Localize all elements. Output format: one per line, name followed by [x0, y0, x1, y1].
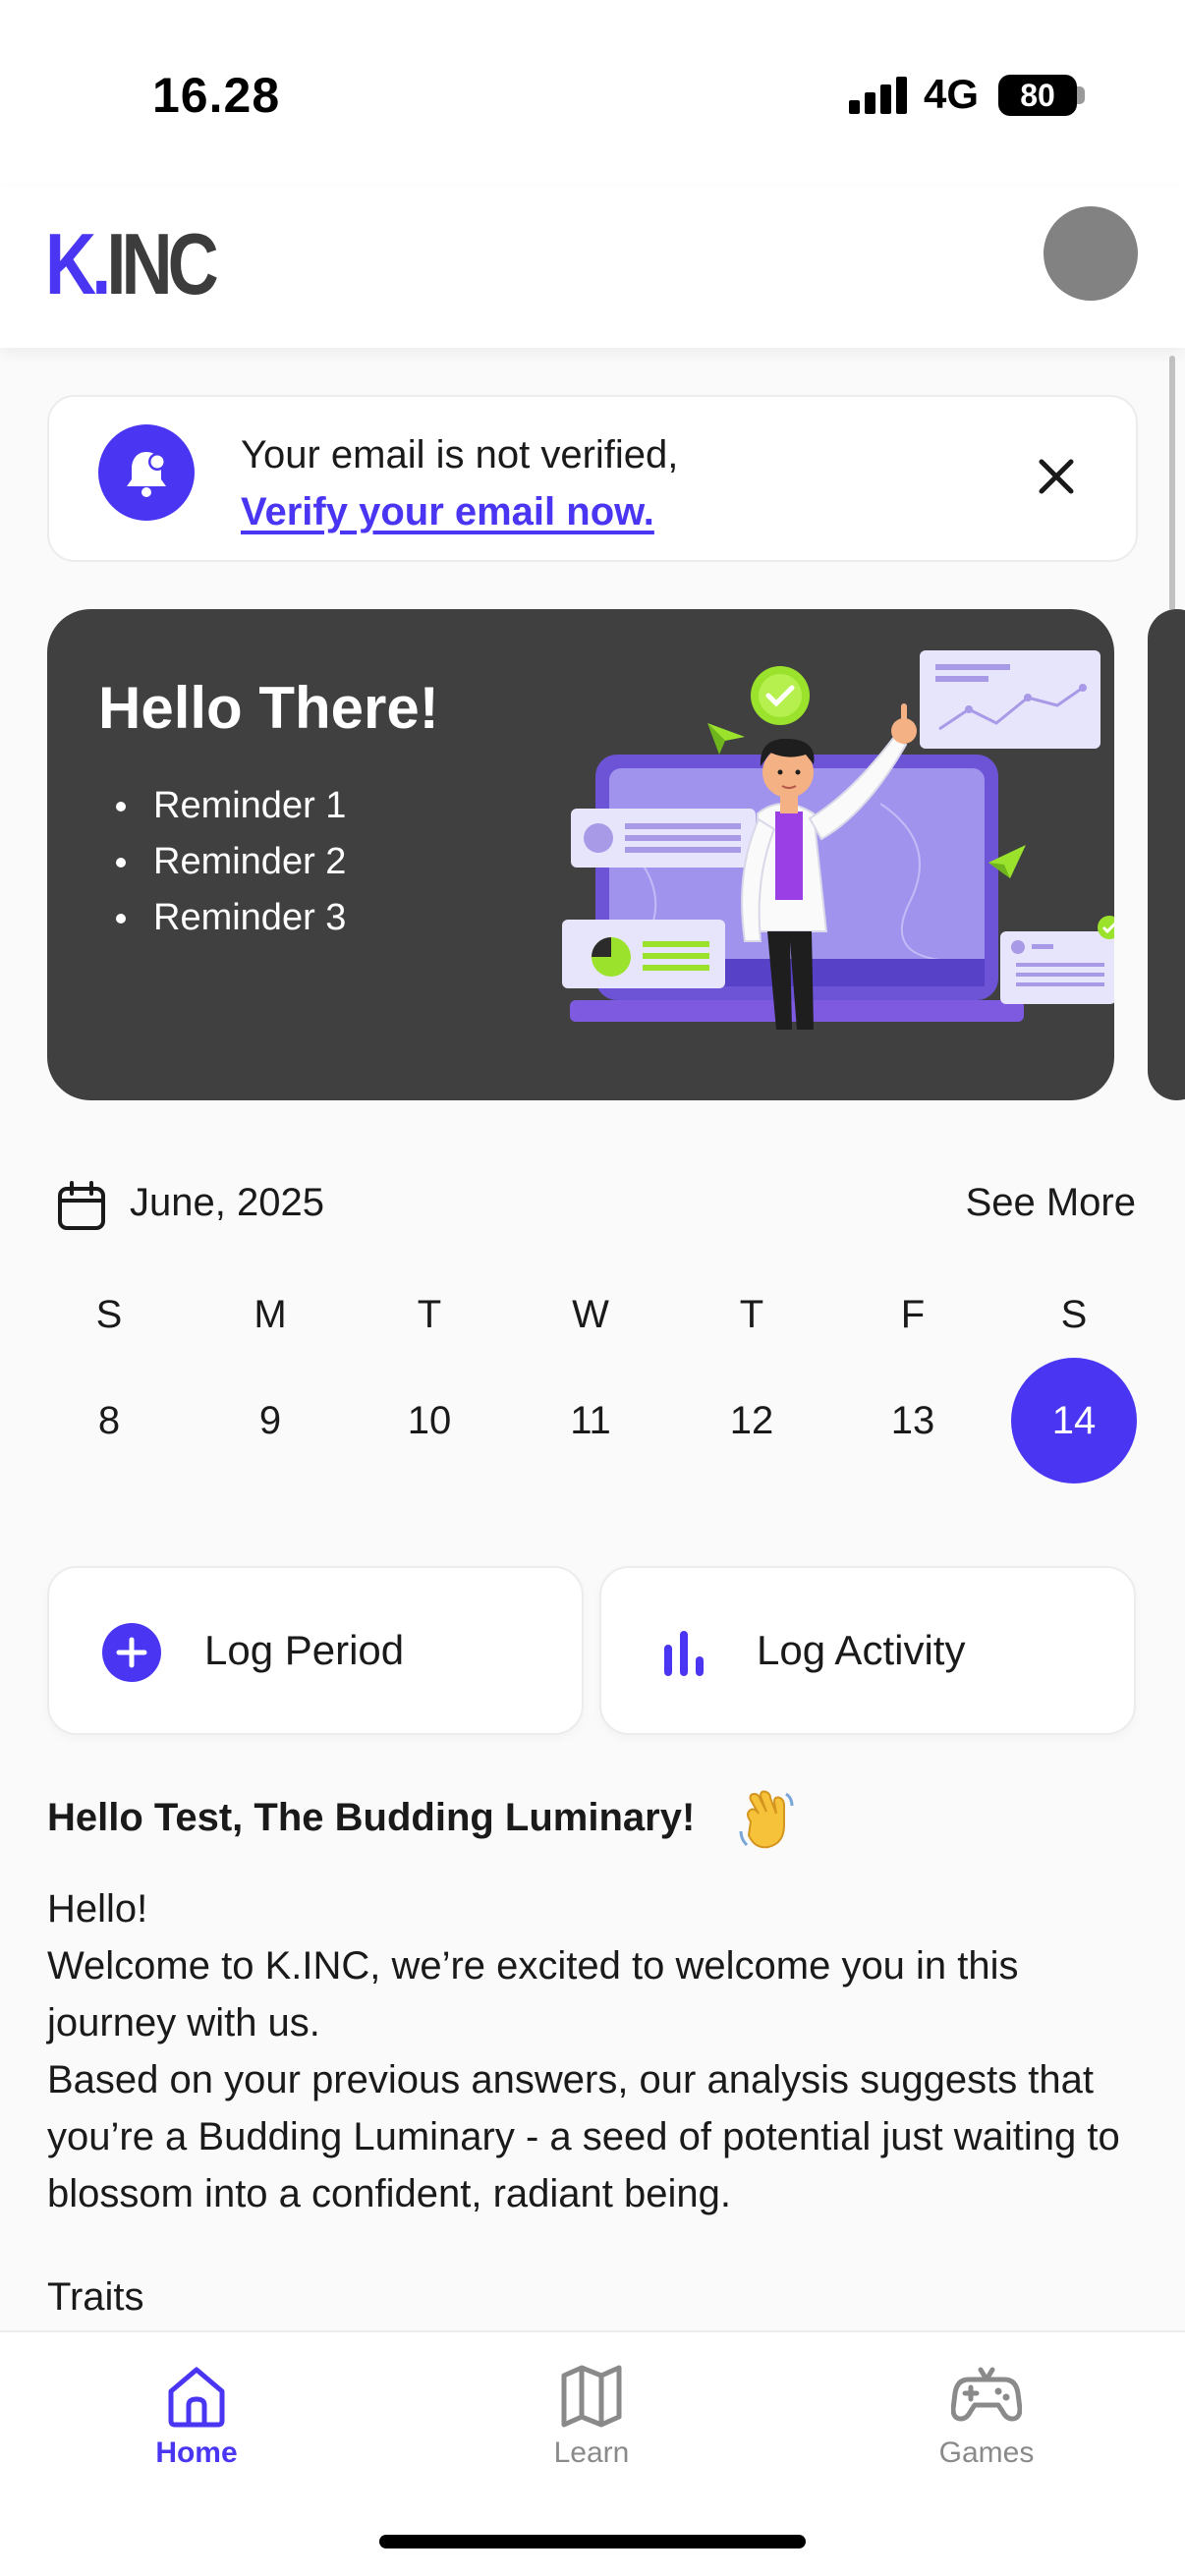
calendar-date[interactable]: 13	[850, 1358, 976, 1484]
nav-learn[interactable]: Learn	[493, 2362, 690, 2470]
email-not-verified-text: Your email is not verified,	[241, 433, 679, 476]
traits-heading: Traits	[47, 2275, 144, 2319]
logo-k: K.	[45, 215, 111, 312]
home-icon	[168, 2367, 225, 2428]
weekday-label: M	[254, 1293, 287, 1336]
reminder-item: Reminder 3	[116, 890, 346, 946]
scientist-illustration	[562, 650, 1114, 1030]
calendar-date[interactable]: 9	[207, 1358, 333, 1484]
bar-chart-icon	[664, 1631, 704, 1676]
calendar-month: June, 2025	[130, 1181, 324, 1224]
weekday-label: F	[900, 1293, 926, 1336]
gamepad-icon	[951, 2367, 1022, 2422]
email-verification-banner: Your email is not verified, Verify your …	[47, 395, 1138, 562]
reminder-item: Reminder 2	[116, 834, 346, 890]
welcome-message: Hello! Welcome to K.INC, we’re excited t…	[47, 1880, 1138, 2222]
app-screen: 16.28 4G 80 K.INC Your email is not veri…	[0, 0, 1185, 2576]
verify-email-link[interactable]: Verify your email now.	[241, 483, 678, 540]
nav-games-label: Games	[938, 2436, 1035, 2469]
next-hero-card[interactable]	[1148, 609, 1185, 1100]
scrollbar[interactable]	[1169, 356, 1175, 611]
log-activity-button[interactable]: Log Activity	[599, 1566, 1136, 1735]
nav-games[interactable]: Games	[888, 2362, 1085, 2470]
signal-icon	[849, 77, 908, 114]
calendar-header: June, 2025 See More	[55, 1175, 1136, 1238]
log-period-button[interactable]: Log Period	[47, 1566, 584, 1735]
network-type: 4G	[924, 71, 980, 117]
app-header: K.INC	[0, 187, 1185, 348]
hero-card[interactable]: Hello There! Reminder 1 Reminder 2 Remin…	[47, 609, 1114, 1100]
nav-learn-label: Learn	[553, 2436, 630, 2469]
reminder-list: Reminder 1 Reminder 2 Reminder 3	[116, 778, 346, 946]
calendar-date[interactable]: 12	[689, 1358, 815, 1484]
nav-home[interactable]: Home	[98, 2362, 295, 2470]
weekday-label: T	[739, 1293, 764, 1336]
avatar[interactable]	[1044, 206, 1138, 301]
battery-cap	[1077, 86, 1085, 104]
welcome-heading: Hello Test, The Budding Luminary!	[47, 1796, 696, 1839]
welcome-line: Welcome to K.INC, we’re excited to welco…	[47, 1944, 1019, 2044]
logo-inc: INC	[106, 215, 218, 312]
calendar-icon	[58, 1181, 105, 1230]
calendar-date-selected[interactable]: 14	[1011, 1358, 1137, 1484]
status-time: 16.28	[152, 68, 281, 123]
weekday-label: S	[95, 1293, 123, 1336]
close-icon[interactable]	[1032, 452, 1081, 501]
log-period-label: Log Period	[204, 1627, 405, 1673]
battery-icon: 80	[998, 75, 1077, 116]
welcome-line: Based on your previous answers, our anal…	[47, 2058, 1120, 2215]
log-activity-label: Log Activity	[757, 1627, 966, 1673]
reminder-item: Reminder 1	[116, 778, 346, 834]
see-more-link[interactable]: See More	[966, 1181, 1136, 1225]
calendar-date[interactable]: 8	[46, 1358, 172, 1484]
email-message: Your email is not verified, Verify your …	[241, 426, 678, 540]
status-bar: 16.28 4G 80	[0, 0, 1185, 187]
nav-home-label: Home	[155, 2436, 238, 2469]
hero-title: Hello There!	[98, 675, 439, 741]
weekday-label: W	[572, 1293, 609, 1336]
weekday-label: S	[1060, 1293, 1088, 1336]
app-logo[interactable]: K.INC	[45, 214, 219, 314]
calendar-date[interactable]: 11	[528, 1358, 653, 1484]
plus-circle-icon	[102, 1623, 161, 1682]
welcome-greeting: Hello!	[47, 1887, 148, 1931]
home-indicator[interactable]	[379, 2535, 806, 2548]
waving-hand-icon	[739, 1790, 794, 1849]
weekday-label: T	[417, 1293, 442, 1336]
calendar-date[interactable]: 10	[367, 1358, 492, 1484]
bell-icon	[98, 424, 195, 521]
map-icon	[561, 2365, 622, 2428]
